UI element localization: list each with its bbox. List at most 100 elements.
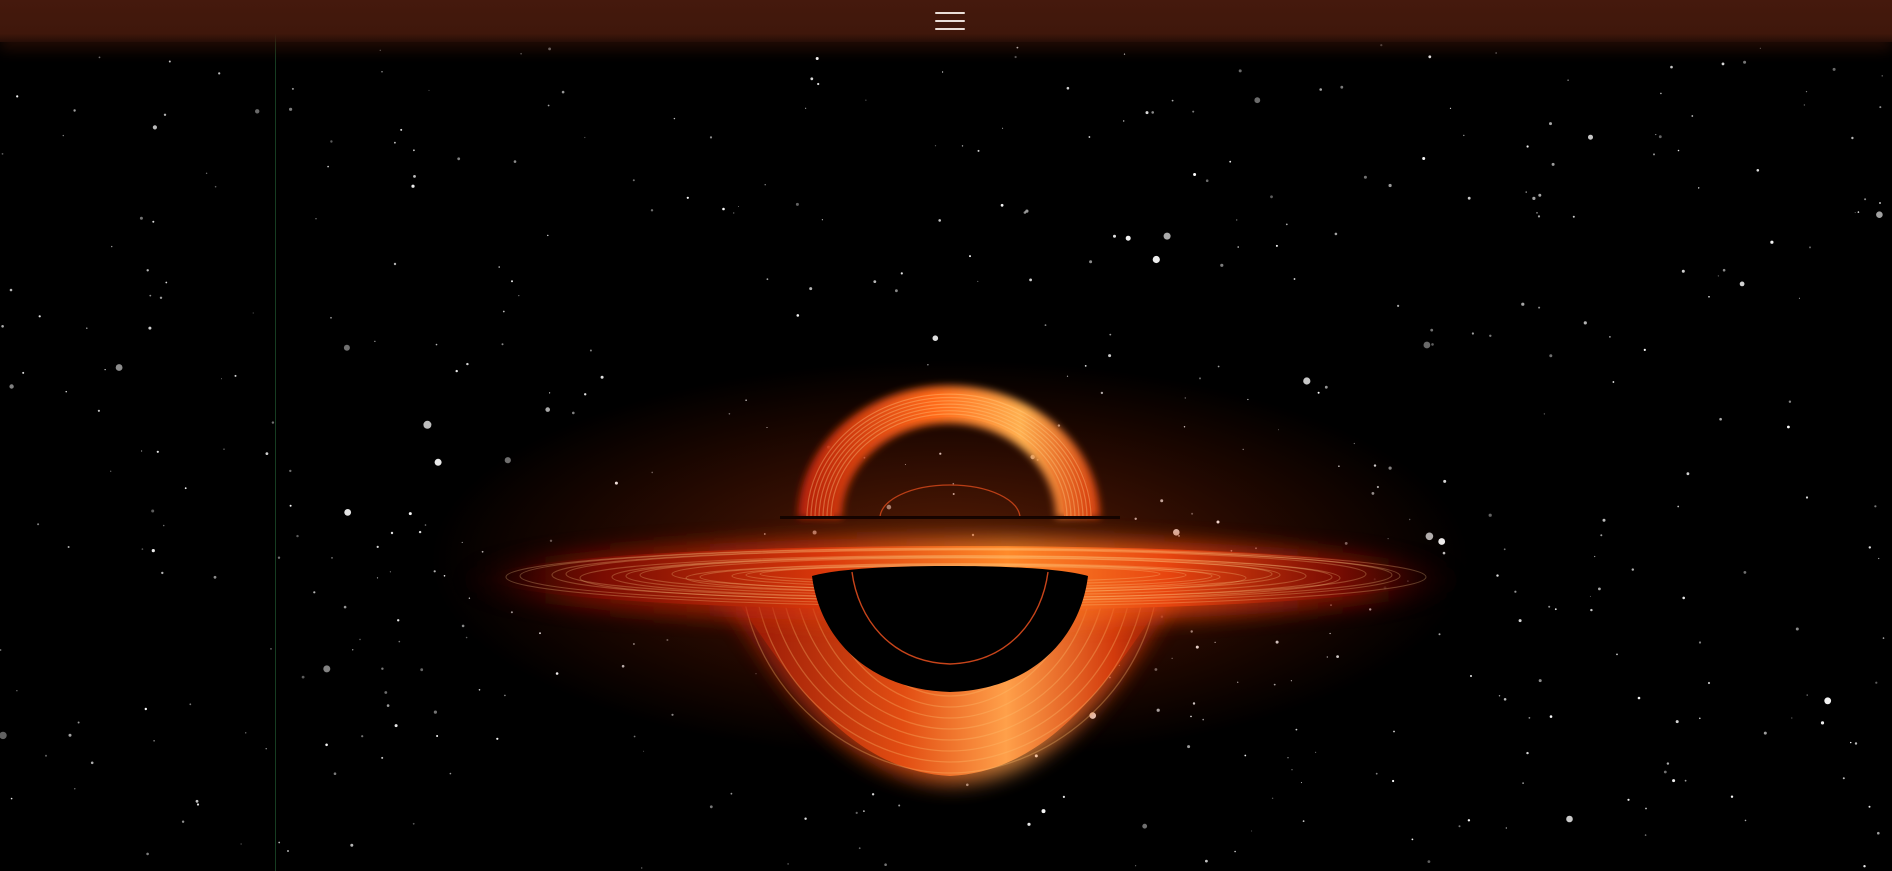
star	[152, 220, 155, 223]
star	[289, 469, 292, 473]
star	[1645, 807, 1647, 810]
star	[1627, 798, 1630, 801]
star	[165, 281, 168, 284]
star	[1470, 675, 1472, 677]
star	[296, 534, 299, 538]
star	[1237, 246, 1239, 248]
star	[1566, 815, 1573, 823]
star	[1744, 819, 1747, 822]
star	[205, 172, 208, 174]
star	[333, 772, 337, 775]
star	[871, 793, 875, 796]
star	[496, 737, 499, 740]
star	[1397, 304, 1400, 307]
star	[327, 165, 329, 168]
star	[709, 136, 713, 139]
star	[343, 605, 347, 609]
hamburger-menu-icon[interactable]	[935, 9, 965, 33]
disk-horizon-line	[780, 516, 1120, 519]
star	[1739, 281, 1745, 287]
star	[330, 316, 332, 319]
star	[1879, 202, 1881, 204]
star	[1875, 681, 1878, 684]
simulation-viewport[interactable]	[0, 0, 1892, 871]
star	[1271, 797, 1274, 799]
star	[1340, 85, 1344, 89]
star	[1029, 278, 1032, 282]
star	[1672, 779, 1676, 783]
star	[141, 548, 144, 550]
star	[1660, 92, 1662, 95]
star	[1677, 149, 1680, 152]
star	[1583, 321, 1587, 325]
star	[73, 109, 76, 112]
star	[196, 803, 200, 806]
star	[270, 648, 272, 650]
star	[0, 731, 7, 740]
star	[1756, 169, 1760, 172]
star	[1496, 574, 1499, 577]
star	[865, 99, 867, 101]
star	[1505, 827, 1507, 829]
side-panel-divider[interactable]	[275, 0, 276, 871]
star	[1851, 136, 1854, 140]
star	[1791, 717, 1793, 719]
star	[343, 344, 350, 351]
star	[1503, 698, 1507, 701]
star	[265, 452, 269, 455]
star	[1824, 697, 1832, 705]
star	[1864, 198, 1867, 201]
star	[384, 691, 388, 694]
star	[301, 675, 305, 679]
star	[1430, 328, 1434, 332]
star	[418, 530, 422, 534]
star	[1666, 762, 1670, 765]
star	[22, 371, 25, 374]
star	[1422, 157, 1426, 160]
star	[1803, 104, 1806, 106]
star	[1027, 822, 1031, 826]
star	[641, 867, 643, 869]
star	[397, 619, 400, 622]
star	[884, 863, 887, 866]
star	[156, 450, 159, 453]
star	[1088, 136, 1091, 138]
star	[90, 761, 94, 765]
star	[1653, 153, 1655, 156]
star	[428, 89, 430, 91]
star	[1874, 505, 1877, 508]
star	[435, 343, 438, 346]
star	[1567, 79, 1569, 81]
star	[858, 847, 861, 850]
star	[374, 340, 376, 342]
star	[1229, 160, 1232, 163]
star	[934, 145, 937, 147]
star	[449, 772, 452, 775]
star	[961, 145, 964, 147]
star	[1644, 834, 1647, 836]
star	[1554, 608, 1557, 611]
star	[1238, 69, 1242, 73]
star	[398, 640, 401, 643]
star	[1548, 605, 1551, 608]
star	[1691, 115, 1694, 117]
star	[213, 575, 217, 579]
star	[151, 549, 155, 553]
star	[315, 218, 317, 220]
star	[1717, 275, 1720, 277]
star	[1526, 145, 1529, 148]
star	[722, 207, 725, 211]
star	[1152, 255, 1160, 264]
star	[900, 272, 903, 275]
star	[1244, 754, 1247, 757]
star	[1788, 400, 1792, 403]
star	[411, 184, 415, 188]
star	[502, 310, 505, 313]
star	[501, 343, 504, 346]
star	[1809, 246, 1811, 249]
star	[139, 216, 143, 220]
star	[163, 113, 167, 117]
star	[809, 287, 813, 291]
star	[1730, 795, 1734, 798]
star	[805, 107, 807, 109]
